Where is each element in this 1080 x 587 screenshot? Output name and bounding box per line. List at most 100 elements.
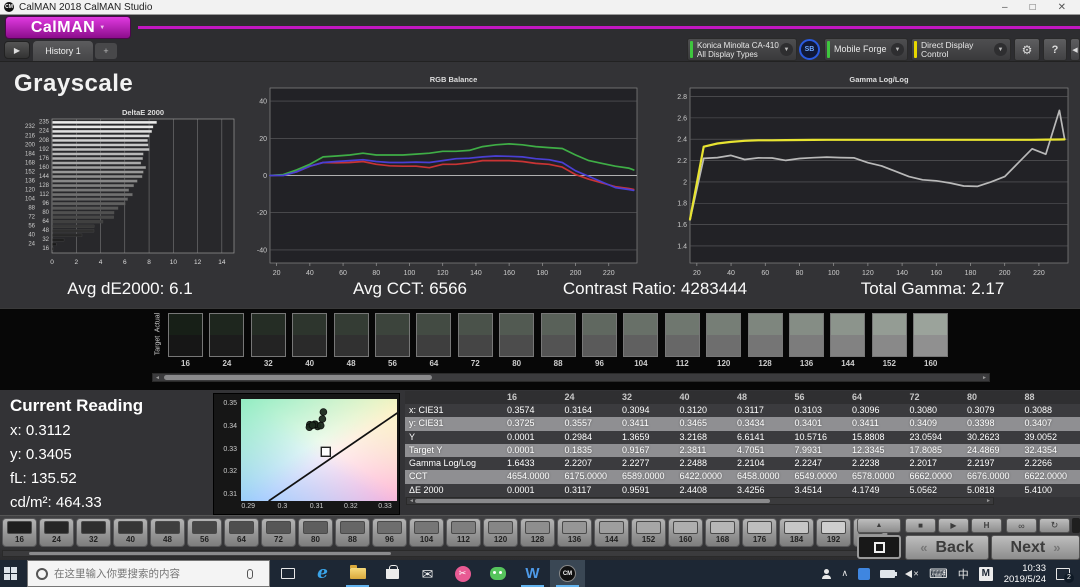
svg-text:14: 14 <box>218 259 226 266</box>
pattern-button-152[interactable]: 152 <box>631 518 666 547</box>
taskbar-app-wechat[interactable] <box>480 560 515 587</box>
meter-status-bar <box>690 41 693 58</box>
scroll-left-icon[interactable]: ◄ <box>409 498 414 504</box>
pattern-button-128[interactable]: 128 <box>520 518 555 547</box>
pattern-button-32[interactable]: 32 <box>76 518 111 547</box>
swatch-level-label: 56 <box>375 359 410 368</box>
taskbar-app-calman[interactable]: CM <box>550 560 585 587</box>
start-button[interactable] <box>0 560 27 587</box>
pattern-up-button[interactable]: ▲ <box>857 518 901 533</box>
search-input[interactable] <box>54 568 239 580</box>
taskbar-app-file-explorer[interactable] <box>340 560 375 587</box>
svg-text:160: 160 <box>503 270 515 277</box>
pattern-level-label: 32 <box>89 535 98 544</box>
pattern-button-160[interactable]: 160 <box>668 518 703 547</box>
pattern-scrollbar-thumb[interactable] <box>29 552 391 555</box>
pattern-button-136[interactable]: 136 <box>557 518 592 547</box>
battery-icon[interactable] <box>880 570 895 578</box>
source-dropdown[interactable]: Mobile Forge ▼ <box>824 38 908 61</box>
maximize-button[interactable]: □ <box>1030 2 1036 13</box>
strip-scrollbar-thumb[interactable] <box>164 375 432 380</box>
scroll-left-icon[interactable]: ◄ <box>155 375 160 381</box>
chevron-up-icon[interactable]: ∧ <box>842 568 849 579</box>
collapse-button[interactable]: ◀ <box>1070 38 1080 61</box>
stop-button[interactable]: ■ <box>905 518 936 533</box>
table-scrollbar-thumb[interactable] <box>415 499 770 503</box>
loop-button[interactable]: ∞ <box>1006 518 1037 533</box>
people-icon[interactable] <box>821 569 832 579</box>
pattern-button-24[interactable]: 24 <box>39 518 74 547</box>
taskbar-clock[interactable]: 10:33 2019/5/24 <box>1004 563 1046 585</box>
pattern-button-96[interactable]: 96 <box>372 518 407 547</box>
pattern-window-button[interactable] <box>857 535 901 559</box>
svg-text:88: 88 <box>28 206 35 212</box>
pattern-button-192[interactable]: 192 <box>816 518 851 547</box>
target-swatch <box>542 335 575 356</box>
pattern-button-168[interactable]: 168 <box>705 518 740 547</box>
actual-swatch <box>376 314 409 335</box>
pattern-button-104[interactable]: 104 <box>409 518 444 547</box>
next-button[interactable]: Next » <box>991 535 1080 560</box>
pattern-swatch <box>340 521 365 534</box>
taskbar-app-edge[interactable]: e <box>305 560 340 587</box>
cie-x-tick: 0.31 <box>305 503 329 510</box>
pattern-button-120[interactable]: 120 <box>483 518 518 547</box>
volume-muted-icon[interactable]: ✕ <box>905 570 919 578</box>
add-tab-button[interactable]: + <box>95 43 117 59</box>
pattern-button-112[interactable]: 112 <box>446 518 481 547</box>
tab-play-button[interactable]: ▶ <box>4 41 30 59</box>
table-cell: 6175.0000 <box>563 470 621 483</box>
cloud-icon[interactable] <box>858 568 870 580</box>
microphone-icon[interactable] <box>247 569 253 579</box>
refresh-button[interactable]: ↻ <box>1039 518 1070 533</box>
close-button[interactable]: ✕ <box>1058 2 1066 13</box>
strip-scrollbar[interactable]: ◄ ► <box>152 373 990 382</box>
sb-badge[interactable]: SB <box>799 39 820 60</box>
tab-history-1[interactable]: History 1 <box>33 41 93 61</box>
action-center-icon[interactable]: 2 <box>1056 568 1070 580</box>
target-swatch <box>666 335 699 356</box>
pattern-level-label: 128 <box>531 535 544 544</box>
tab-label: History 1 <box>45 46 81 56</box>
table-row: ΔE 20000.00010.31170.95912.44083.42563.4… <box>405 484 1080 497</box>
ime-mode-indicator[interactable]: M <box>979 567 993 581</box>
minimize-button[interactable]: – <box>1002 2 1008 13</box>
taskbar-app-task-view[interactable] <box>270 560 305 587</box>
pattern-button-144[interactable]: 144 <box>594 518 629 547</box>
calman-logo-menu[interactable]: CalMAN ▼ <box>6 17 130 38</box>
taskbar-app-store[interactable] <box>375 560 410 587</box>
scroll-right-icon[interactable]: ► <box>982 375 987 381</box>
keyboard-icon[interactable]: ⌨ <box>929 566 948 582</box>
pattern-button-48[interactable]: 48 <box>150 518 185 547</box>
pattern-button-40[interactable]: 40 <box>113 518 148 547</box>
target-row-label: Target <box>155 331 162 361</box>
display-control-dropdown[interactable]: Direct Display Control ▼ <box>911 38 1011 61</box>
pattern-button-56[interactable]: 56 <box>187 518 222 547</box>
step-button[interactable]: H <box>971 518 1002 533</box>
pattern-button-184[interactable]: 184 <box>779 518 814 547</box>
help-button[interactable]: ? <box>1043 38 1067 61</box>
pattern-button-72[interactable]: 72 <box>261 518 296 547</box>
stat-avg-cct: Avg CCT: 6566 <box>300 279 520 299</box>
taskbar-app-mail[interactable]: ✉ <box>410 560 445 587</box>
target-swatch <box>749 335 782 356</box>
play-button[interactable]: ▶ <box>938 518 969 533</box>
pattern-button-88[interactable]: 88 <box>335 518 370 547</box>
back-button[interactable]: « Back <box>905 535 989 560</box>
ime-language-indicator[interactable]: 中 <box>958 566 969 582</box>
pattern-scrollbar[interactable]: ► <box>2 550 895 557</box>
table-cell: 0.3401 <box>793 417 851 430</box>
pattern-button-176[interactable]: 176 <box>742 518 777 547</box>
scroll-right-icon[interactable]: ► <box>986 498 991 504</box>
pattern-button-80[interactable]: 80 <box>298 518 333 547</box>
taskbar-app-clip[interactable]: ✂ <box>445 560 480 587</box>
table-cell: 0.3120 <box>678 404 736 417</box>
settings-button[interactable]: ⚙ <box>1014 38 1040 61</box>
pattern-swatch <box>81 521 106 534</box>
pattern-button-16[interactable]: 16 <box>2 518 37 547</box>
pattern-button-64[interactable]: 64 <box>224 518 259 547</box>
taskbar-search[interactable] <box>27 560 270 587</box>
taskbar-app-wps[interactable]: W <box>515 560 550 587</box>
meter-dropdown[interactable]: Konica Minolta CA-410 All Display Types … <box>687 38 797 61</box>
table-scrollbar[interactable]: ◄ ► <box>406 497 994 505</box>
